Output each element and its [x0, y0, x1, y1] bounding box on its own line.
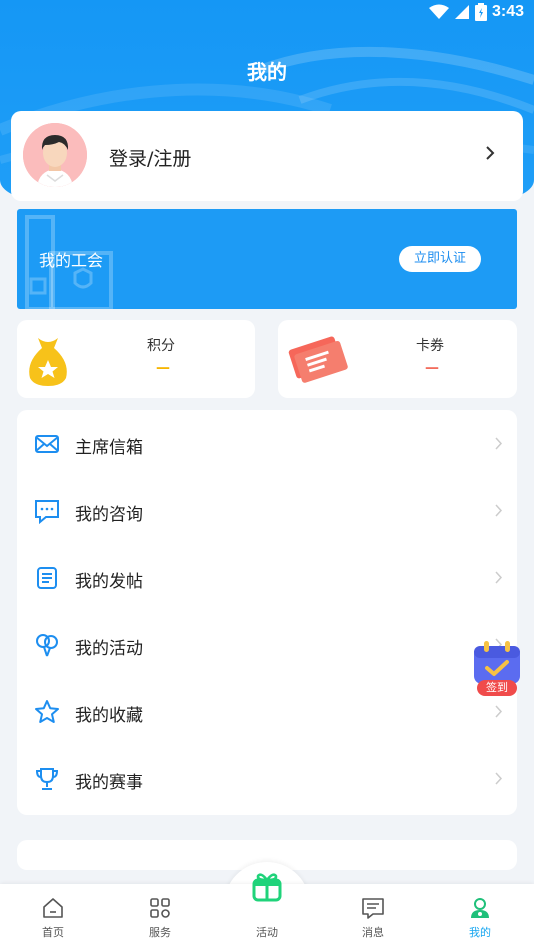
tab-activities[interactable]: 活动	[227, 873, 307, 950]
chevron-right-icon[interactable]	[485, 145, 495, 161]
tab-label: 活动	[256, 926, 278, 939]
points-value: —	[156, 360, 170, 376]
star-icon	[35, 700, 59, 723]
menu-item-label: 我的赛事	[75, 773, 143, 793]
tab-messages[interactable]: 消息	[333, 884, 413, 950]
menu-item-my-competitions[interactable]: 我的赛事	[17, 745, 517, 812]
chevron-right-icon	[495, 571, 503, 584]
profile-icon	[471, 898, 489, 918]
menu-item-label: 我的收藏	[75, 706, 143, 726]
tab-mine[interactable]: 我的	[440, 884, 520, 950]
chevron-right-icon	[495, 504, 503, 517]
menu-item-my-consultation[interactable]: 我的咨询	[17, 477, 517, 544]
tab-label: 服务	[149, 926, 171, 939]
signal-icon	[454, 5, 469, 19]
points-label: 积分	[147, 338, 175, 354]
ticket-icon	[288, 336, 348, 383]
checkin-button[interactable]: 签到	[471, 640, 523, 698]
tab-home[interactable]: 首页	[13, 884, 93, 950]
status-bar: 3:43	[0, 0, 534, 28]
grid-icon	[150, 898, 170, 918]
battery-icon	[474, 3, 487, 21]
mail-icon	[35, 435, 59, 453]
checkin-label: 签到	[477, 680, 517, 696]
gift-icon	[252, 873, 282, 902]
menu-item-my-posts[interactable]: 我的发帖	[17, 544, 517, 611]
coupons-label: 卡券	[416, 338, 444, 354]
avatar[interactable]	[23, 123, 87, 187]
verify-now-button[interactable]: 立即认证	[399, 246, 481, 272]
balloon-icon	[36, 634, 58, 657]
trophy-icon	[35, 768, 59, 790]
union-card[interactable]: 我的工会 立即认证	[17, 209, 517, 309]
menu-item-label: 主席信箱	[75, 438, 143, 458]
menu-item-label: 我的咨询	[75, 505, 143, 525]
menu-list: 主席信箱 我的咨询 我的发帖 我的活动 我的收藏 我的赛事	[17, 410, 517, 815]
points-card[interactable]: 积分 —	[17, 320, 255, 398]
menu-item-my-favorites[interactable]: 我的收藏	[17, 678, 517, 745]
avatar-icon	[23, 123, 87, 187]
menu-item-my-activities[interactable]: 我的活动	[17, 611, 517, 678]
status-time: 3:43	[491, 3, 524, 20]
menu-item-chairman-mailbox[interactable]: 主席信箱	[17, 410, 517, 477]
tab-services[interactable]: 服务	[120, 884, 200, 950]
chevron-right-icon	[495, 772, 503, 785]
menu-item-label: 我的发帖	[75, 572, 143, 592]
menu-item-label: 我的活动	[75, 639, 143, 659]
message-icon	[362, 898, 384, 919]
chevron-right-icon	[495, 437, 503, 450]
login-register-label[interactable]: 登录/注册	[109, 144, 191, 171]
coupons-value: —	[425, 360, 439, 376]
union-title: 我的工会	[39, 251, 104, 270]
chevron-right-icon	[495, 705, 503, 718]
wifi-icon	[428, 4, 449, 19]
tab-label: 我的	[469, 926, 491, 939]
home-icon	[43, 898, 63, 918]
chat-icon	[35, 500, 59, 524]
login-card[interactable]: 登录/注册	[11, 111, 523, 201]
money-bag-icon	[29, 338, 67, 386]
tab-label: 首页	[42, 926, 64, 939]
tab-label: 消息	[362, 926, 384, 939]
coupons-card[interactable]: 卡券 —	[278, 320, 517, 398]
page-title: 我的	[247, 60, 287, 84]
document-icon	[37, 567, 57, 589]
